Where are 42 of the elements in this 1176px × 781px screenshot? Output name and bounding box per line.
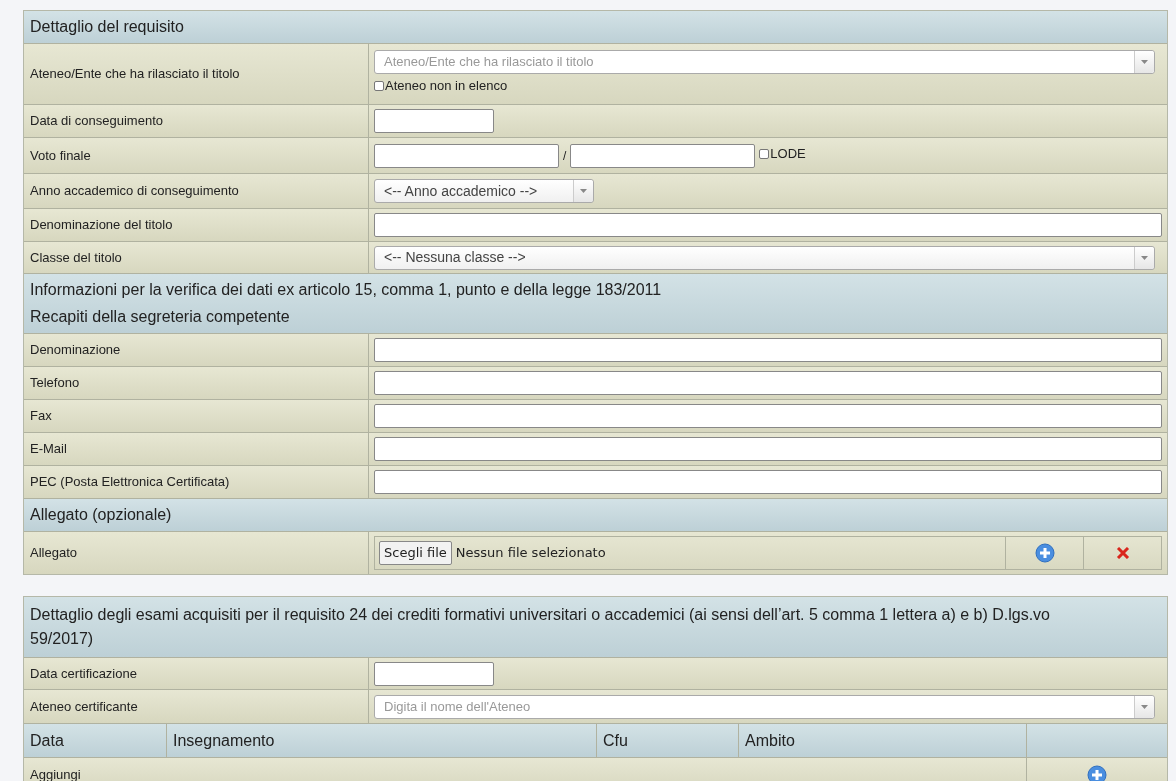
- select-box[interactable]: <-- Anno accademico -->: [374, 179, 594, 203]
- input-field[interactable]: [374, 109, 494, 133]
- field-label: Anno accademico di conseguimento: [29, 182, 240, 201]
- field-label: Allegato: [29, 544, 78, 563]
- section-title: Allegato (opzionale): [30, 505, 173, 525]
- separator: /: [562, 147, 568, 165]
- field-label: Data di conseguimento: [29, 112, 164, 131]
- field-label: Denominazione del titolo: [29, 216, 174, 235]
- input-field[interactable]: [374, 404, 1162, 428]
- section-title: Informazioni per la verifica dei dati ex articolo 15, comma 1, punto e della legge 183/2011: [30, 280, 663, 300]
- field-label: Telefono: [29, 374, 81, 393]
- add-icon[interactable]: [1087, 764, 1107, 781]
- section-title: Dettaglio degli esami acquisiti per il requisito 24 dei crediti formativi universitari o accademici (ai sensi dell’art. 5 comma 1 lettera a) e b) D.lgs.vo 59/2017): [30, 605, 1051, 649]
- checkbox[interactable]: Ateneo non in elenco: [374, 78, 1162, 93]
- field-label: Ateneo/Ente che ha rilasciato il titolo: [29, 65, 241, 84]
- field-label: Fax: [29, 407, 53, 426]
- select-box[interactable]: <-- Nessuna classe -->: [374, 245, 1155, 270]
- field-label: Ateneo certificante: [29, 697, 139, 716]
- field-label: Classe del titolo: [29, 248, 123, 267]
- field-label: Denominazione: [29, 341, 122, 360]
- input-field[interactable]: [374, 371, 1162, 395]
- add-row-label: Aggiungi: [29, 765, 82, 781]
- field-label: E-Mail: [29, 440, 68, 459]
- input-field[interactable]: [374, 437, 1162, 461]
- input-field[interactable]: [374, 213, 1162, 237]
- column-header: Data: [29, 730, 65, 751]
- input-field[interactable]: [374, 338, 1162, 362]
- section-title: Dettaglio del requisito: [30, 17, 185, 37]
- choose-file-button[interactable]: Scegli file: [379, 541, 452, 565]
- field-label: PEC (Posta Elettronica Certificata): [29, 473, 231, 492]
- input-field[interactable]: [570, 143, 756, 168]
- checkbox[interactable]: LODE: [759, 146, 806, 161]
- file-field[interactable]: Scegli file Nessun file selezionato: [374, 536, 1006, 570]
- input-field[interactable]: [374, 143, 559, 168]
- delete-icon[interactable]: [1115, 547, 1130, 559]
- input-field[interactable]: [374, 470, 1162, 494]
- file-status: Nessun file selezionato: [455, 544, 606, 563]
- add-icon[interactable]: [1034, 543, 1055, 563]
- field-label: Data certificazione: [29, 664, 138, 683]
- input-field[interactable]: [374, 661, 494, 686]
- field-label: Voto finale: [29, 146, 92, 165]
- section-subtitle: Recapiti della segreteria competente: [30, 307, 291, 327]
